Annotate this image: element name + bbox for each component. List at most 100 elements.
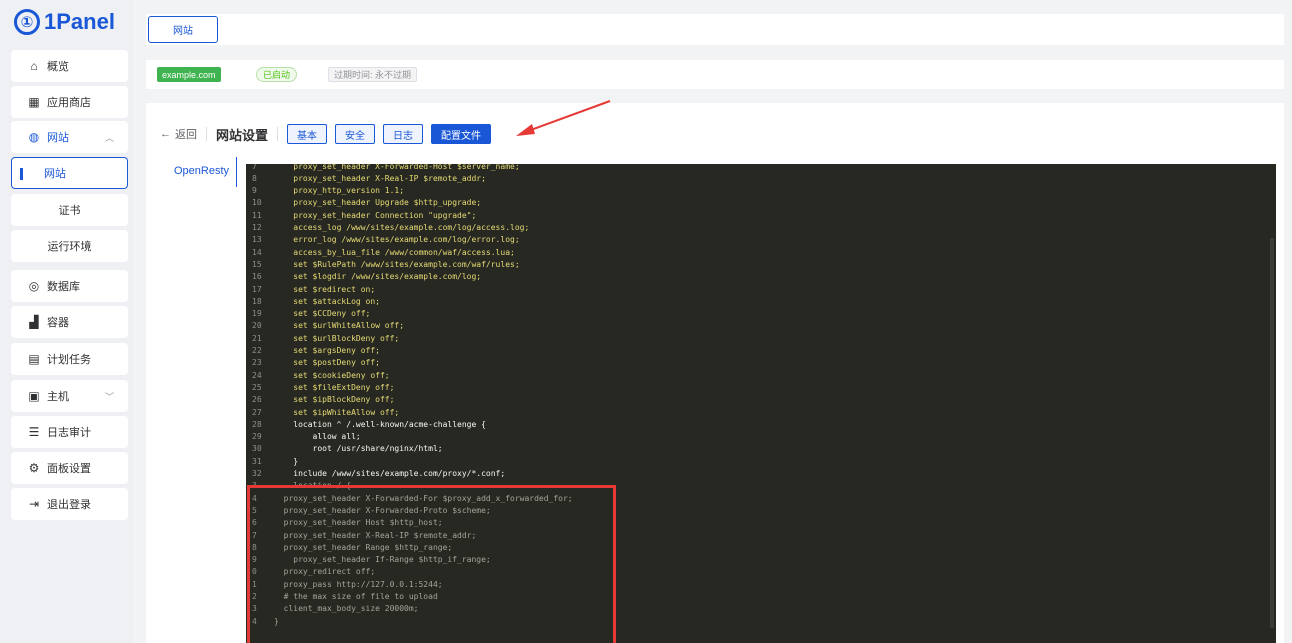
sidebar-item-label: 网站 [44, 168, 66, 180]
sidebar-item-log-audit[interactable]: ☰ 日志审计 [11, 416, 128, 448]
sidebar-item-host[interactable]: ▣ 主机 ﹀ [11, 380, 128, 412]
code-text: set $ipWhiteAllow off; [274, 407, 400, 417]
code-text: access_by_lua_file /www/common/waf/acces… [274, 247, 515, 257]
page-title: 网站设置 [216, 127, 269, 143]
arrow-left-icon: ← [160, 128, 171, 140]
sidebar-item-label: 面板设置 [47, 463, 91, 475]
code-line: 21 set $urlBlockDeny off; [246, 332, 1276, 344]
active-indicator [20, 168, 23, 180]
line-number: 32 [252, 469, 262, 478]
tab-openresty[interactable]: OpenResty [174, 165, 229, 177]
sidebar-item-label: 主机 [47, 391, 69, 403]
code-line: 11 proxy_set_header Connection "upgrade"… [246, 209, 1276, 221]
sidebar-item-app-store[interactable]: ▦ 应用商店 [11, 86, 128, 118]
line-number: 29 [252, 432, 262, 442]
chevron-up-icon: ︿ [104, 132, 114, 143]
tab-websites[interactable]: 网站 [148, 16, 218, 43]
site-info-bar: example.com 已启动 过期时间: 永不过期 [146, 60, 1284, 89]
basic-button[interactable]: 基本 [287, 124, 328, 144]
code-text: set $urlWhiteAllow off; [274, 321, 405, 331]
line-number: 13 [252, 235, 262, 245]
code-line: 29 allow all; [246, 431, 1276, 443]
code-line: 28 location ^ /.well-known/acme-challeng… [246, 418, 1276, 430]
code-text: access_log /www/sites/example.com/log/ac… [274, 223, 530, 232]
line-number: 24 [252, 370, 262, 380]
sidebar-item-logout[interactable]: ⇥ 退出登录 [11, 488, 128, 520]
line-number: 18 [252, 296, 262, 306]
sidebar-item-settings[interactable]: ⚙ 面板设置 [11, 452, 128, 484]
database-icon: ◎ [28, 279, 40, 293]
code-text: proxy_http_version 1.1; [274, 186, 405, 196]
line-number: 8 [252, 173, 257, 183]
code-text: set $fileExtDeny off; [274, 382, 395, 392]
highlight-box [247, 485, 616, 643]
line-number: 15 [252, 259, 262, 269]
code-line: 27 set $ipWhiteAllow off; [246, 406, 1276, 418]
code-text: proxy_set_header Connection "upgrade"; [274, 210, 477, 220]
line-number: 12 [252, 223, 262, 232]
expire-tag: 过期时间: 永不过期 [328, 67, 418, 82]
code-line: 8 proxy_set_header X-Real-IP $remote_add… [246, 172, 1276, 184]
code-text: proxy_set_header X-Real-IP $remote_addr; [274, 173, 486, 183]
config-code-editor[interactable]: 4} 3 client_max_body_size 20000m; 2 # the … [246, 164, 1276, 643]
code-line: 25 set $fileExtDeny off; [246, 381, 1276, 393]
logo-text: 1Panel [44, 9, 115, 34]
back-button[interactable]: ← 返回 [160, 126, 197, 142]
line-number: 17 [252, 284, 262, 294]
line-number: 16 [252, 272, 262, 282]
code-text: location ^ /.well-known/acme-challenge { [274, 419, 486, 429]
security-button[interactable]: 安全 [335, 124, 376, 144]
code-line: 23 set $postDeny off; [246, 357, 1276, 369]
domain-tag: example.com [157, 67, 221, 82]
code-line: 12 access_log /www/sites/example.com/log… [246, 222, 1276, 234]
line-number: 27 [252, 407, 262, 417]
log-button[interactable]: 日志 [383, 124, 424, 144]
line-number: 30 [252, 444, 262, 454]
line-number: 7 [252, 164, 257, 171]
settings-icon: ⚙ [28, 461, 40, 475]
line-number: 28 [252, 419, 262, 429]
code-line: 22 set $argsDeny off; [246, 345, 1276, 357]
sidebar-item-overview[interactable]: ⌂ 概览 [11, 50, 128, 82]
code-line: 15 set $RulePath /www/sites/example.com/… [246, 258, 1276, 270]
logo-icon: ① [14, 9, 40, 35]
host-icon: ▣ [28, 389, 40, 403]
settings-toolbar: ← 返回 网站设置 基本 安全 日志 配置文件 [160, 123, 492, 145]
code-text: set $urlBlockDeny off; [274, 333, 400, 343]
code-text: root /usr/share/nginx/html; [274, 444, 443, 454]
app-logo[interactable]: ① 1Panel [14, 5, 115, 39]
code-text: set $redirect on; [274, 284, 376, 294]
sidebar-subitem-runtime[interactable]: 运行环境 [11, 230, 128, 262]
sidebar-item-websites[interactable]: ◍ 网站 ︿ [11, 121, 128, 153]
sidebar-item-label: 应用商店 [47, 97, 91, 109]
sidebar-subitem-certificates[interactable]: 证书 [11, 194, 128, 226]
sidebar-subitem-website[interactable]: 网站 [11, 157, 128, 189]
chevron-down-icon: ﹀ [104, 391, 114, 402]
tab-bar: 网站 [146, 14, 1284, 45]
sidebar-item-label: 网站 [47, 132, 69, 144]
code-line: 14 access_by_lua_file /www/common/waf/ac… [246, 246, 1276, 258]
config-file-button[interactable]: 配置文件 [431, 124, 492, 144]
editor-scrollbar[interactable] [1270, 238, 1274, 628]
line-number: 22 [252, 346, 262, 355]
code-text: proxy_set_header Upgrade $http_upgrade; [274, 198, 482, 208]
logout-icon: ⇥ [28, 497, 40, 511]
code-line: 7 proxy_set_header X-Forwarded-Host $ser… [246, 164, 1276, 172]
line-number: 11 [252, 210, 262, 220]
sidebar-item-containers[interactable]: ▟ 容器 [11, 306, 128, 338]
code-text: set $cookieDeny off; [274, 370, 390, 380]
back-label: 返回 [175, 129, 197, 141]
globe-icon: ◍ [28, 130, 40, 144]
code-line: 32 include /www/sites/example.com/proxy/… [246, 468, 1276, 480]
home-icon: ⌂ [30, 59, 38, 73]
code-line: 16 set $logdir /www/sites/example.com/lo… [246, 271, 1276, 283]
sidebar-item-cron[interactable]: ▤ 计划任务 [11, 343, 128, 375]
code-line: 10 proxy_set_header Upgrade $http_upgrad… [246, 197, 1276, 209]
sidebar-item-database[interactable]: ◎ 数据库 [11, 270, 128, 302]
code-line: 19 set $CCDeny off; [246, 308, 1276, 320]
line-number: 31 [252, 456, 262, 466]
code-text: error_log /www/sites/example.com/log/err… [274, 235, 520, 245]
code-line: 18 set $attackLog on; [246, 295, 1276, 307]
sidebar: ① 1Panel ⌂ 概览 ▦ 应用商店 ◍ 网站 ︿ 网站 证书 运行环境 ◎… [0, 0, 133, 643]
divider [277, 127, 279, 141]
